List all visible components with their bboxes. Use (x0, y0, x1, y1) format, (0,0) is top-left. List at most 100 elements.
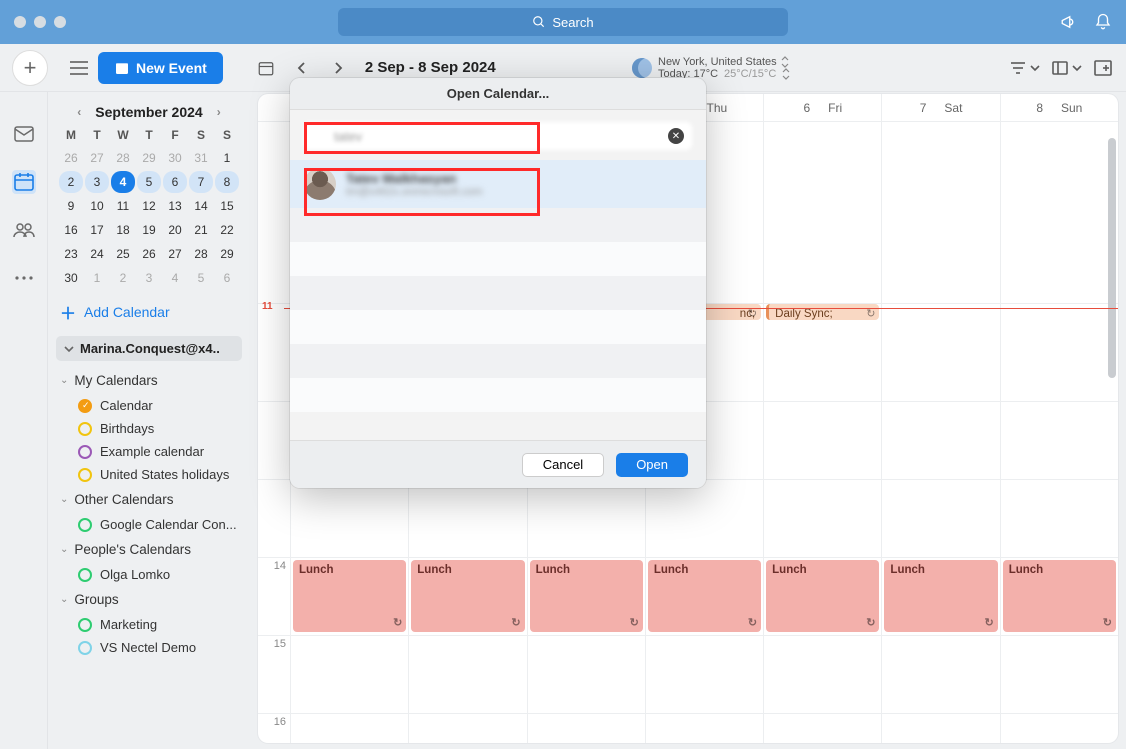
calendar-nav[interactable] (12, 170, 36, 194)
time-cell[interactable] (645, 714, 763, 743)
time-cell[interactable] (645, 636, 763, 713)
mini-day[interactable]: 6 (163, 171, 187, 193)
time-cell[interactable] (881, 402, 999, 479)
minimize-window[interactable] (34, 16, 46, 28)
time-cell[interactable]: Lunch↻ (527, 558, 645, 635)
event-lunch[interactable]: Lunch↻ (293, 560, 406, 632)
mini-day[interactable]: 1 (85, 267, 109, 289)
mini-next-month[interactable]: › (211, 105, 227, 119)
mini-day[interactable]: 31 (189, 147, 213, 169)
mini-day[interactable]: 1 (215, 147, 239, 169)
mini-day[interactable]: 11 (111, 195, 135, 217)
time-cell[interactable] (763, 480, 881, 557)
mini-day[interactable]: 30 (163, 147, 187, 169)
compose-button[interactable]: + (12, 50, 48, 86)
time-cell[interactable] (527, 480, 645, 557)
modal-search-input[interactable] (304, 122, 692, 150)
mini-day[interactable]: 6 (215, 267, 239, 289)
search-result[interactable]: Tatev Malkhasyan tm@x462x.onmicrosoft.co… (290, 160, 706, 208)
mini-day[interactable]: 28 (189, 243, 213, 265)
group-header[interactable]: ⌄Other Calendars (52, 486, 246, 513)
mini-day[interactable]: 2 (59, 171, 83, 193)
time-cell[interactable] (881, 324, 999, 401)
time-cell[interactable] (527, 636, 645, 713)
mini-day[interactable]: 9 (59, 195, 83, 217)
mini-day[interactable]: 25 (111, 243, 135, 265)
group-header[interactable]: ⌄My Calendars (52, 367, 246, 394)
today-button[interactable] (253, 55, 279, 81)
event-lunch[interactable]: Lunch↻ (766, 560, 879, 632)
mini-day[interactable]: 17 (85, 219, 109, 241)
event-lunch[interactable]: Lunch↻ (648, 560, 761, 632)
time-cell[interactable] (763, 714, 881, 743)
mini-day[interactable]: 12 (137, 195, 161, 217)
time-cell[interactable] (290, 480, 408, 557)
mini-day[interactable]: 18 (111, 219, 135, 241)
mini-day[interactable]: 19 (137, 219, 161, 241)
new-event-button[interactable]: New Event (98, 52, 223, 84)
calendar-item[interactable]: Marketing (52, 613, 246, 636)
mini-day[interactable]: 15 (215, 195, 239, 217)
time-cell[interactable] (408, 636, 526, 713)
mini-day[interactable]: 26 (59, 147, 83, 169)
mini-day[interactable]: 22 (215, 219, 239, 241)
day-column-header[interactable]: 6Fri (763, 94, 881, 121)
calendar-item[interactable]: Olga Lomko (52, 563, 246, 586)
bell-icon[interactable] (1094, 13, 1112, 31)
time-cell[interactable]: Lunch↻ (408, 558, 526, 635)
mini-day[interactable]: 13 (163, 195, 187, 217)
mini-day[interactable]: 26 (137, 243, 161, 265)
day-column-header[interactable]: 8Sun (1000, 94, 1118, 121)
mini-day[interactable]: 30 (59, 267, 83, 289)
mini-day[interactable]: 29 (215, 243, 239, 265)
zoom-window[interactable] (54, 16, 66, 28)
mini-day[interactable]: 23 (59, 243, 83, 265)
mini-day[interactable]: 4 (163, 267, 187, 289)
add-calendar-button[interactable]: ＋ Add Calendar (52, 290, 246, 336)
event-lunch[interactable]: Lunch↻ (1003, 560, 1116, 632)
day-column-header[interactable]: 7Sat (881, 94, 999, 121)
time-cell[interactable] (763, 324, 881, 401)
view-button[interactable] (1052, 61, 1082, 75)
event-lunch[interactable]: Lunch↻ (530, 560, 643, 632)
open-button[interactable]: Open (616, 453, 688, 477)
time-cell[interactable] (290, 636, 408, 713)
time-cell[interactable] (408, 480, 526, 557)
mini-day[interactable]: 29 (137, 147, 161, 169)
time-cell[interactable] (1000, 714, 1118, 743)
mini-day[interactable]: 3 (137, 267, 161, 289)
mini-day[interactable]: 4 (111, 171, 135, 193)
mini-day[interactable]: 5 (189, 267, 213, 289)
calendar-item[interactable]: Calendar (52, 394, 246, 417)
mini-day[interactable]: 21 (189, 219, 213, 241)
prev-week-button[interactable] (289, 55, 315, 81)
mini-day[interactable]: 10 (85, 195, 109, 217)
time-cell[interactable]: Lunch↻ (763, 558, 881, 635)
mini-day[interactable]: 5 (137, 171, 161, 193)
mini-day[interactable]: 3 (85, 171, 109, 193)
allday-cell[interactable] (1000, 122, 1118, 303)
allday-cell[interactable] (881, 122, 999, 303)
time-cell[interactable] (1000, 324, 1118, 401)
mini-day[interactable]: 8 (215, 171, 239, 193)
time-cell[interactable] (290, 714, 408, 743)
account-row[interactable]: Marina.Conquest@x4.. (56, 336, 242, 361)
mini-day[interactable]: 2 (111, 267, 135, 289)
global-search[interactable]: Search (338, 8, 788, 36)
time-cell[interactable]: Lunch↻ (290, 558, 408, 635)
time-cell[interactable] (645, 480, 763, 557)
calendar-item[interactable]: Example calendar (52, 440, 246, 463)
next-week-button[interactable] (325, 55, 351, 81)
calendar-item[interactable]: Birthdays (52, 417, 246, 440)
mini-prev-month[interactable]: ‹ (71, 105, 87, 119)
calendar-item[interactable]: VS Nectel Demo (52, 636, 246, 659)
time-cell[interactable] (1000, 480, 1118, 557)
time-cell[interactable] (1000, 402, 1118, 479)
time-cell[interactable]: Lunch↻ (881, 558, 999, 635)
scrollbar-thumb[interactable] (1108, 138, 1116, 378)
time-cell[interactable] (527, 714, 645, 743)
calendar-item[interactable]: Google Calendar Con... (52, 513, 246, 536)
time-cell[interactable] (408, 714, 526, 743)
time-cell[interactable] (763, 402, 881, 479)
group-header[interactable]: ⌄Groups (52, 586, 246, 613)
